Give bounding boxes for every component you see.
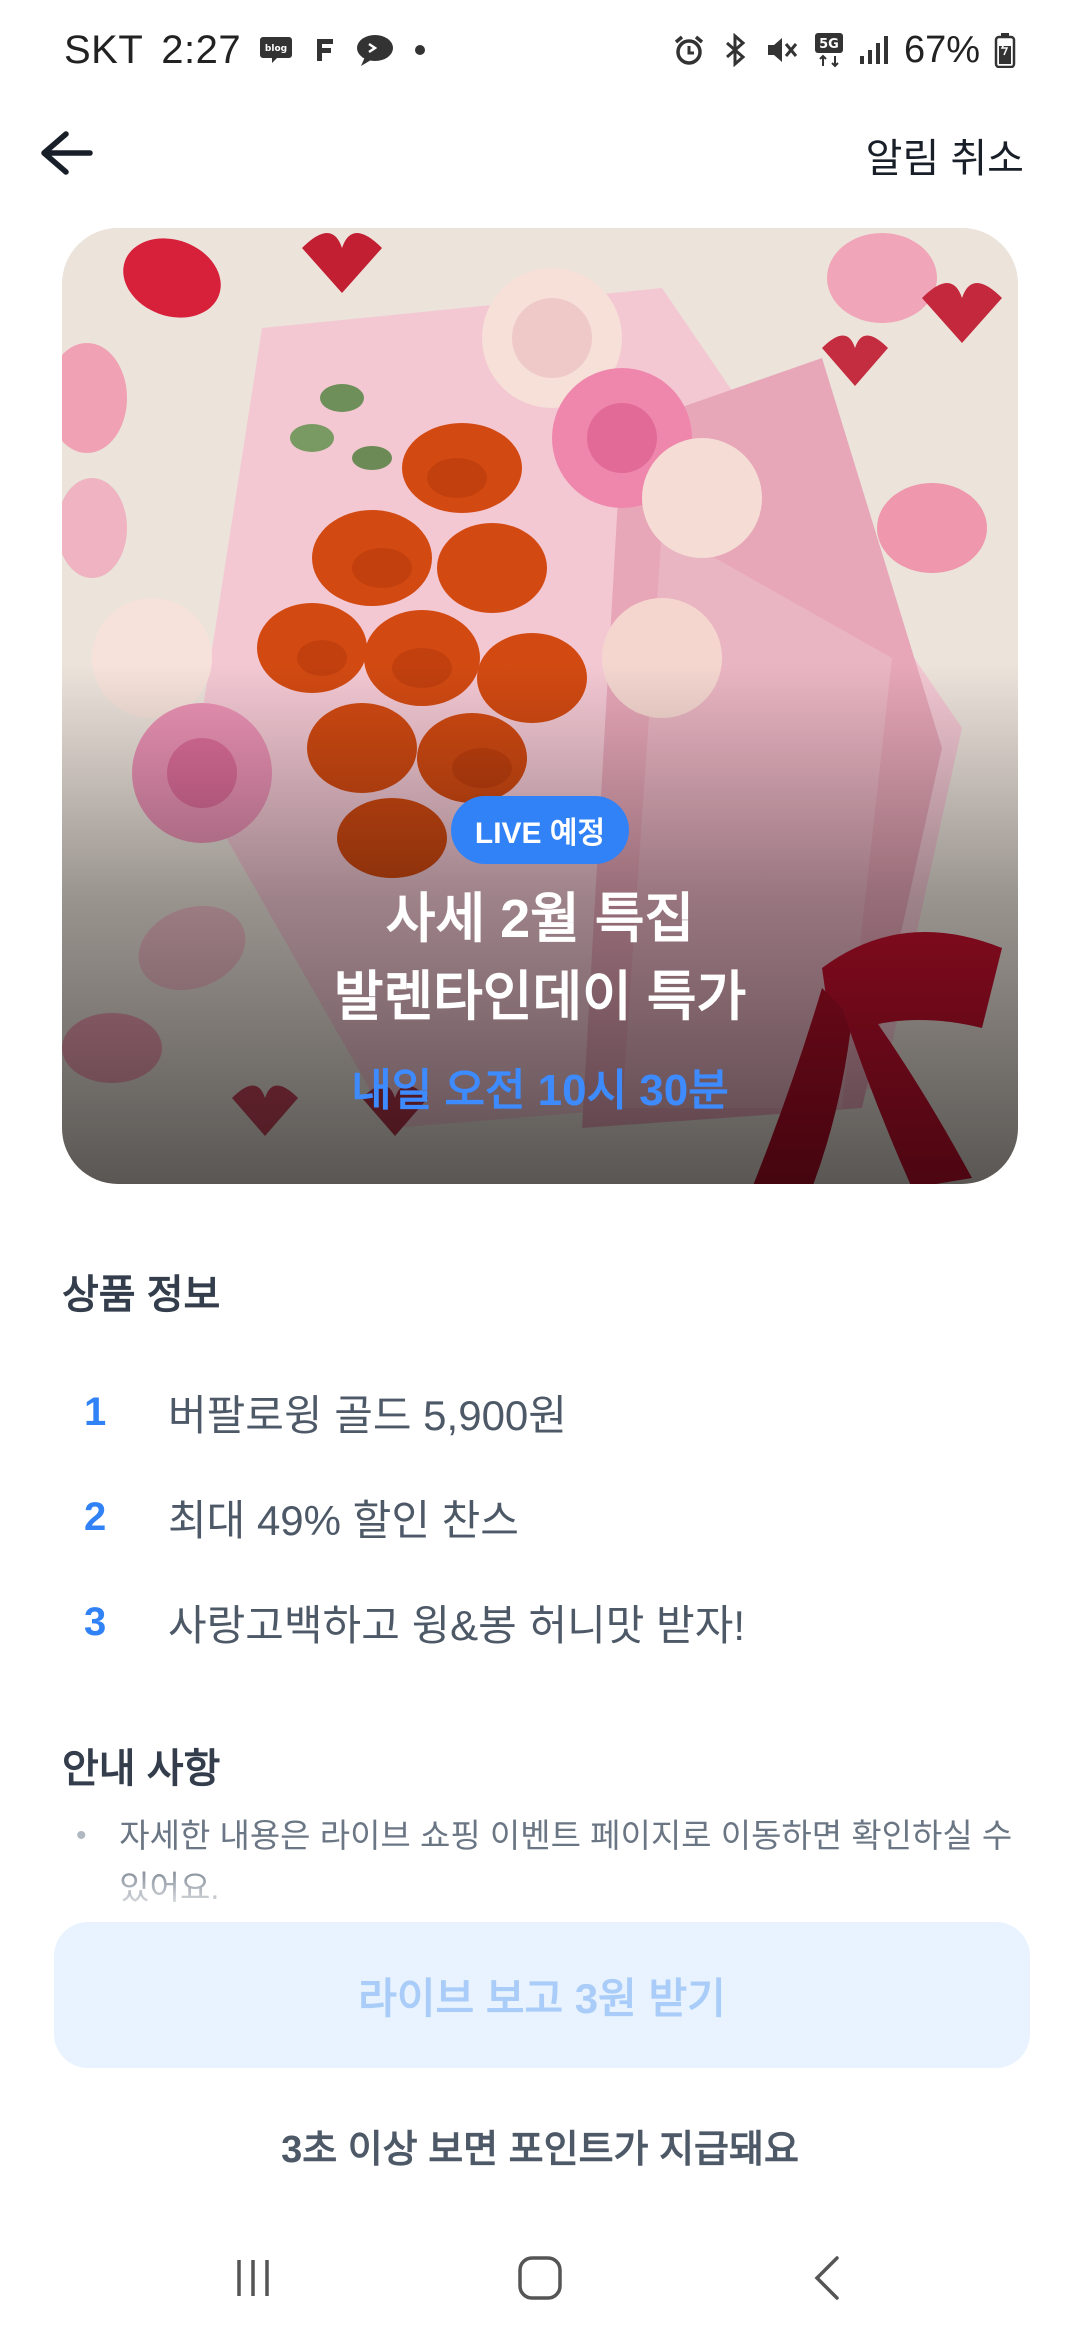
back-button[interactable] xyxy=(36,125,96,185)
app-bar: 알림 취소 xyxy=(0,100,1080,210)
arrow-left-icon xyxy=(38,128,94,183)
product-info-title: 상품 정보 xyxy=(62,1273,221,1317)
home-button[interactable] xyxy=(480,2240,600,2320)
list-item: 3 사랑고백하고 윙&봉 허니맛 받자! xyxy=(62,1570,1022,1675)
alarm-icon xyxy=(672,33,706,67)
home-icon xyxy=(516,2254,564,2307)
clock: 2:27 xyxy=(161,27,242,72)
system-nav-bar xyxy=(0,2220,1080,2340)
live-hero-card[interactable]: LIVE 예정 사세 2월 특집 발렌타인데이 특가 내일 오전 10시 30분 xyxy=(62,228,1018,1184)
notice-title: 안내 사항 xyxy=(62,1747,221,1791)
live-schedule-time: 내일 오전 10시 30분 xyxy=(351,1066,729,1115)
hero-text: LIVE 예정 사세 2월 특집 발렌타인데이 특가 내일 오전 10시 30분 xyxy=(62,796,1018,1118)
list-item-number: 2 xyxy=(84,1495,107,1539)
hero-title-line2: 발렌타인데이 특가 xyxy=(333,967,747,1027)
5g-icon: 5G xyxy=(814,32,844,68)
cancel-notification-button[interactable]: 알림 취소 xyxy=(866,126,1044,184)
recent-apps-icon xyxy=(231,2256,275,2305)
blog-icon: blog xyxy=(259,35,293,65)
hero-title-line1: 사세 2월 특집 xyxy=(385,889,695,949)
list-item-number: 1 xyxy=(84,1390,107,1434)
live-scheduled-badge: LIVE 예정 xyxy=(450,796,630,864)
list-item: 1 버팔로윙 골드 5,900원 xyxy=(62,1360,1022,1465)
chat-bubble-icon xyxy=(355,33,395,67)
battery-percentage: 67% xyxy=(903,28,980,71)
svg-text:5G: 5G xyxy=(819,37,839,52)
product-info-list: 1 버팔로윙 골드 5,900원 2 최대 49% 할인 찬스 3 사랑고백하고… xyxy=(62,1360,1022,1675)
list-item-text: 사랑고백하고 윙&봉 허니맛 받자! xyxy=(168,1602,746,1649)
battery-icon xyxy=(994,32,1016,68)
chevron-left-icon xyxy=(809,2254,845,2307)
signal-icon xyxy=(858,34,890,66)
list-item-number: 3 xyxy=(84,1600,107,1644)
back-nav-button[interactable] xyxy=(767,2240,887,2320)
status-bar-left: SKT 2:27 blog xyxy=(64,28,427,73)
list-item-text: 최대 49% 할인 찬스 xyxy=(168,1497,519,1544)
status-bar: SKT 2:27 blog 5G 67% xyxy=(0,0,1080,100)
bluetooth-icon xyxy=(720,33,750,67)
cta-subtext: 3초 이상 보면 포인트가 지급돼요 xyxy=(281,2129,799,2171)
cta-label: 라이브 보고 3원 받기 xyxy=(358,1974,726,2022)
dot-icon xyxy=(413,43,427,57)
scroll-fade xyxy=(0,1860,1080,1920)
carrier-label: SKT xyxy=(64,27,144,72)
f-icon xyxy=(311,35,337,65)
recent-apps-button[interactable] xyxy=(193,2240,313,2320)
svg-text:blog: blog xyxy=(265,44,287,54)
status-bar-right: 5G 67% xyxy=(672,29,1016,72)
list-item: 2 최대 49% 할인 찬스 xyxy=(62,1465,1022,1570)
mute-icon xyxy=(764,33,800,67)
list-item-text: 버팔로윙 골드 5,900원 xyxy=(168,1392,567,1439)
watch-live-reward-button[interactable]: 라이브 보고 3원 받기 xyxy=(54,1922,1030,2068)
